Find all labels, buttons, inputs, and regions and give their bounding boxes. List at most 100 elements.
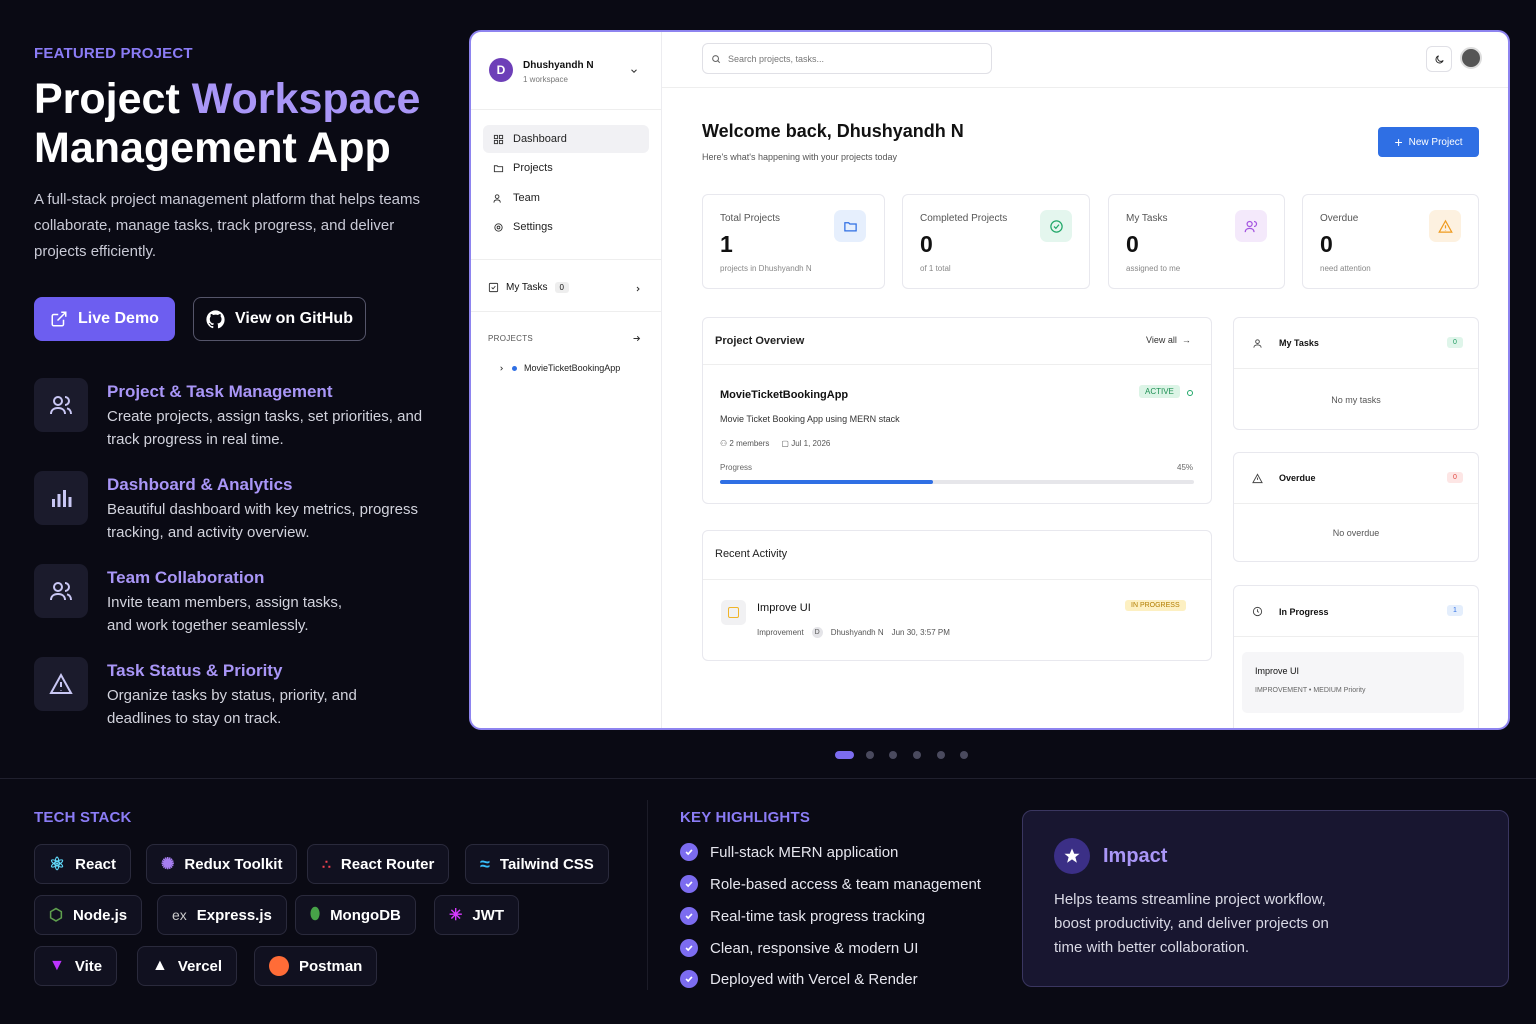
stat-value: 0 <box>1126 231 1139 257</box>
tech-chip-vite: ▼ Vite <box>34 946 118 986</box>
stat-sub: projects in Dhushyandh N <box>720 264 812 273</box>
gear-icon <box>494 222 503 232</box>
chevron-right-icon[interactable] <box>634 285 642 293</box>
workspace-count: 1 workspace <box>523 75 568 84</box>
tech-chip-express: ex Express.js <box>157 895 287 935</box>
nav-team[interactable]: Team <box>483 184 649 212</box>
panel-title: Overdue <box>1279 473 1316 483</box>
check-icon <box>680 970 698 988</box>
project-label: MovieTicketBookingApp <box>524 363 621 373</box>
my-tasks-link[interactable]: My Tasks 0 <box>488 282 569 293</box>
moon-icon <box>1435 54 1444 63</box>
tech-label: Redux Toolkit <box>184 855 283 873</box>
react-router-icon: ∴ <box>322 855 331 872</box>
tech-label: React Router <box>340 855 435 873</box>
postman-icon <box>269 956 289 976</box>
tech-chip-node: ⬡ Node.js <box>34 895 143 935</box>
feature-text: Invite team members, assign tasks, and w… <box>107 594 343 634</box>
arrow-right-icon: → <box>1181 335 1191 345</box>
card-title: Project Overview <box>715 335 805 347</box>
new-project-label: New Project <box>1408 136 1463 148</box>
carousel-dot[interactable] <box>960 751 968 759</box>
tech-chip-vercel: ▲ Vercel <box>137 946 238 986</box>
hero-title: Project Workspace Management App <box>34 75 421 172</box>
my-tasks-count: 0 <box>554 282 569 293</box>
carousel-dot[interactable] <box>937 751 945 759</box>
clock-icon <box>1252 606 1263 617</box>
tech-chip-postman: Postman <box>254 946 378 986</box>
sidebar-project-item[interactable]: MovieTicketBookingApp <box>498 363 620 373</box>
stat-label: Completed Projects <box>920 213 1008 224</box>
check-icon <box>680 907 698 925</box>
feature-title: Project & Task Management <box>107 382 333 401</box>
tech-label: JWT <box>472 906 505 924</box>
theme-toggle[interactable] <box>1426 46 1452 72</box>
count-badge: 0 <box>1447 337 1463 348</box>
activity-task[interactable]: Improve UI <box>757 602 811 614</box>
tech-chip-react-router: ∴ React Router <box>307 844 450 884</box>
stat-card: Overdue 0 need attention <box>1302 194 1479 289</box>
progress-label: Progress <box>720 463 753 472</box>
activity-type: Improvement <box>757 628 804 637</box>
user-icon <box>1253 339 1262 348</box>
stat-label: Overdue <box>1320 213 1359 224</box>
nav-settings[interactable]: Settings <box>483 213 649 241</box>
feature-title: Task Status & Priority <box>107 661 283 680</box>
tech-label: Vite <box>74 957 103 975</box>
search-placeholder: Search projects, tasks... <box>728 53 825 64</box>
search-icon <box>712 54 721 63</box>
task-meta: IMPROVEMENT • MEDIUM Priority <box>1255 687 1366 694</box>
warning-icon <box>34 657 88 711</box>
star-icon <box>1054 838 1090 874</box>
due-date: ▢ Jul 1, 2026 <box>781 439 831 448</box>
avatar: D <box>489 58 513 82</box>
new-project-button[interactable]: + New Project <box>1378 127 1479 157</box>
in-progress-panel: In Progress 1 Improve UI IMPROVEMENT • M… <box>1233 585 1479 728</box>
user-avatar[interactable] <box>1460 47 1482 69</box>
folder-icon <box>493 164 504 172</box>
divider <box>471 311 661 312</box>
task-item[interactable]: Improve UI IMPROVEMENT • MEDIUM Priority <box>1242 652 1464 713</box>
chevron-down-icon[interactable] <box>629 66 639 76</box>
stat-value: 1 <box>720 231 733 257</box>
panel-title: My Tasks <box>1279 338 1319 348</box>
warning-icon <box>1252 473 1263 484</box>
tech-label: MongoDB <box>330 906 401 924</box>
carousel-dot-active[interactable] <box>835 751 854 759</box>
stat-label: Total Projects <box>720 213 781 224</box>
highlight-item: Role-based access & team management <box>680 875 981 893</box>
node-icon: ⬡ <box>49 907 63 924</box>
feature-title: Dashboard & Analytics <box>107 475 293 494</box>
github-label: View on GitHub <box>235 310 353 327</box>
view-all-link[interactable]: View all → <box>1146 335 1191 345</box>
project-meta: ⚇ 2 members ▢ Jul 1, 2026 <box>720 439 830 448</box>
warning-icon <box>1429 210 1461 242</box>
check-icon <box>680 875 698 893</box>
project-name[interactable]: MovieTicketBookingApp <box>720 389 848 401</box>
progress-track <box>720 480 1194 484</box>
highlight-item: Real-time task progress tracking <box>680 907 925 925</box>
tech-label: Vercel <box>177 957 223 975</box>
count-badge: 1 <box>1447 605 1463 616</box>
activity-user: Dhushyandh N <box>830 628 884 637</box>
stat-card: Total Projects 1 projects in Dhushyandh … <box>702 194 885 289</box>
nav-projects[interactable]: Projects <box>483 154 649 182</box>
task-type-icon <box>721 600 746 625</box>
tech-label: Tailwind CSS <box>499 855 594 873</box>
empty-state: No my tasks <box>1331 395 1381 405</box>
github-button[interactable]: View on GitHub <box>193 297 366 341</box>
status-badge: IN PROGRESS <box>1125 600 1186 611</box>
arrow-right-icon[interactable] <box>632 334 641 343</box>
carousel-dot[interactable] <box>889 751 897 759</box>
divider <box>1234 368 1478 369</box>
jwt-icon: ✳ <box>449 907 463 924</box>
my-tasks-panel: My Tasks 0 No my tasks <box>1233 317 1479 430</box>
check-circle-icon <box>1040 210 1072 242</box>
tech-chip-redux: ✺ Redux Toolkit <box>146 844 298 884</box>
nav-dashboard[interactable]: Dashboard <box>483 125 649 153</box>
live-demo-button[interactable]: Live Demo <box>34 297 175 341</box>
search-input[interactable]: Search projects, tasks... <box>702 43 992 74</box>
check-icon <box>680 939 698 957</box>
carousel-dot[interactable] <box>866 751 874 759</box>
carousel-dot[interactable] <box>913 751 921 759</box>
